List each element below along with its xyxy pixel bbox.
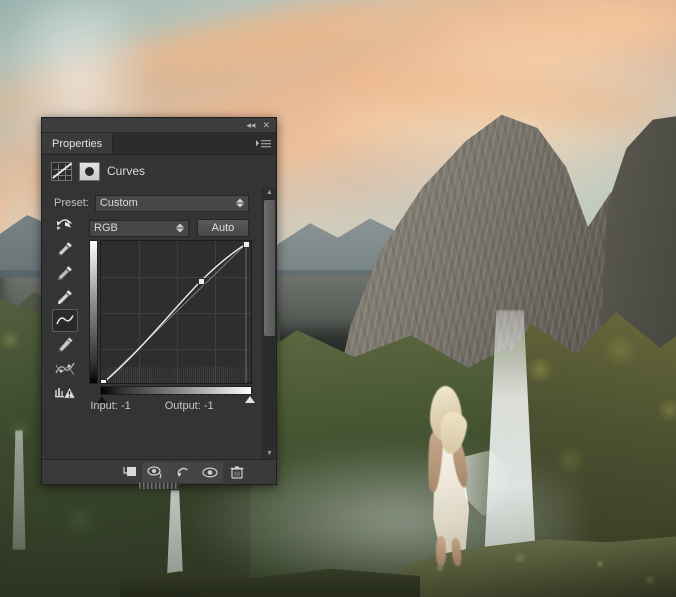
gray-point-eyedropper-icon[interactable] [52,261,78,284]
collapse-panel-icon[interactable]: ◂◂ [246,121,255,130]
auto-button[interactable]: Auto [197,219,249,237]
woman-figure [418,386,508,568]
panel-scrollbar[interactable]: ▲ ▼ [262,187,276,459]
curve-point-white[interactable] [243,241,250,248]
output-readout: Output: -1 [165,400,214,412]
output-value: -1 [204,400,214,412]
curves-adjustment-icon[interactable] [51,162,72,181]
channel-spinner-icon[interactable] [176,224,184,233]
preset-spinner-icon[interactable] [236,199,244,208]
preset-label: Preset: [54,197,89,209]
channel-value: RGB [94,222,118,234]
panel-resize-grip[interactable] [139,482,179,489]
panel-menu-icon[interactable] [256,140,271,148]
input-readout: Input: -1 [90,400,130,412]
panel-tab-bar: Properties [42,133,276,155]
layer-mask-thumbnail[interactable] [79,162,100,181]
curve-point-mid[interactable] [198,278,205,285]
toggle-visibility-button[interactable] [196,462,223,483]
output-label: Output: [165,400,201,412]
toggle-previous-state-button[interactable] [142,462,169,483]
mask-dot-icon [85,167,94,176]
delete-adjustment-button[interactable] [223,462,250,483]
properties-panel: ◂◂ ✕ Properties Curves [41,117,277,485]
preset-value: Custom [100,197,138,209]
black-point-eyedropper-icon[interactable] [52,237,78,260]
curve-plot [101,241,252,384]
panel-titlebar: ◂◂ ✕ [42,118,276,133]
output-gradient-bar [89,240,98,384]
scrollbar-track[interactable] [264,198,275,448]
panel-menu-arrow [256,141,259,147]
scrollbar-thumb[interactable] [264,200,275,336]
curves-graph[interactable] [100,240,252,384]
page-title: Curves [107,164,145,178]
channel-select[interactable]: RGB [89,220,189,237]
smooth-curve-icon[interactable] [52,357,78,380]
input-value: -1 [121,400,131,412]
curve-readouts: Input: -1 Output: -1 [42,400,262,412]
panel-body: Preset: Custom RGB Auto [42,187,276,459]
flowing-veil [462,450,510,522]
curve-pencil-toggle-icon[interactable] [52,309,78,332]
tab-properties[interactable]: Properties [42,133,113,154]
tab-properties-label: Properties [52,138,102,150]
draw-curve-pencil-icon[interactable] [52,333,78,356]
reset-adjustment-button[interactable] [169,462,196,483]
panel-footer [42,459,276,484]
panel-content: Preset: Custom RGB Auto [42,187,262,459]
input-label: Input: [90,400,118,412]
tab-bar-filler [113,133,276,154]
preset-row: Preset: Custom [42,193,262,213]
left-leg [436,536,446,566]
white-point-eyedropper-icon[interactable] [52,285,78,308]
curve-point-black[interactable] [100,379,107,384]
panel-menu-bars [261,140,271,148]
screenshot-root: ◂◂ ✕ Properties Curves [0,0,676,597]
adjustment-title-row: Curves [42,155,276,187]
scroll-down-arrow[interactable]: ▼ [266,450,273,457]
clip-to-layer-button[interactable] [115,462,142,483]
curves-tool-column [50,213,80,404]
input-gradient-bar [100,386,252,395]
preset-select[interactable]: Custom [95,195,249,212]
on-image-adjust-icon[interactable] [52,213,78,236]
close-panel-icon[interactable]: ✕ [262,121,270,130]
scroll-up-arrow[interactable]: ▲ [266,189,273,196]
